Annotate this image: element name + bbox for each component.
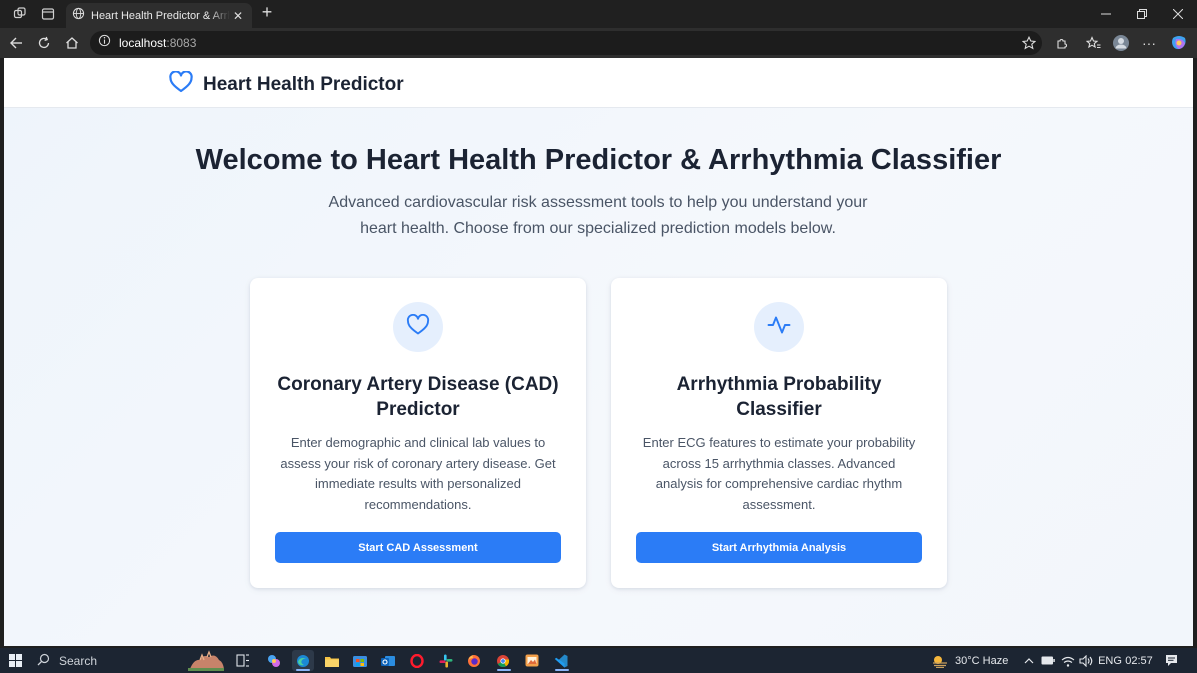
- brand-logo-link[interactable]: Heart Health Predictor: [169, 70, 404, 98]
- copilot-icon[interactable]: [1166, 31, 1192, 55]
- task-view-icon[interactable]: [234, 650, 252, 671]
- heart-icon: [406, 313, 430, 341]
- cad-card-icon-badge: [393, 302, 443, 352]
- outlook-icon[interactable]: [378, 650, 398, 671]
- new-tab-button[interactable]: +: [256, 2, 278, 23]
- favorites-icon[interactable]: [1080, 31, 1106, 55]
- tab-actions-icon[interactable]: [34, 0, 62, 28]
- start-arrhythmia-analysis-button[interactable]: Start Arrhythmia Analysis: [636, 532, 922, 563]
- opera-icon[interactable]: [407, 650, 427, 671]
- edge-taskbar-icon[interactable]: [292, 650, 314, 671]
- search-highlight-image[interactable]: [186, 650, 226, 671]
- arrhythmia-card-description: Enter ECG features to estimate your prob…: [642, 435, 916, 512]
- weather-icon[interactable]: [930, 650, 950, 671]
- browser-tab-active[interactable]: Heart Health Predictor & Arrhythmia Clas…: [66, 3, 252, 28]
- slack-icon[interactable]: [436, 650, 456, 671]
- chrome-icon[interactable]: [493, 650, 513, 671]
- activity-icon: [767, 314, 791, 341]
- browser-titlebar: Heart Health Predictor & Arrhythmia Clas…: [0, 0, 1197, 28]
- file-explorer-icon[interactable]: [322, 650, 342, 671]
- weather-text[interactable]: 30°C Haze: [955, 650, 1015, 671]
- workspaces-icon[interactable]: [6, 0, 34, 28]
- heart-icon: [169, 70, 193, 98]
- back-button[interactable]: [3, 31, 29, 55]
- brand-name: Heart Health Predictor: [203, 73, 404, 95]
- cad-card-title: Coronary Artery Disease (CAD) Predictor: [277, 374, 559, 420]
- arrhythmia-card-title: Arrhythmia Probability Classifier: [676, 374, 882, 420]
- windows-start-icon[interactable]: [6, 650, 24, 671]
- profile-avatar[interactable]: [1108, 31, 1134, 55]
- search-icon: [37, 653, 50, 669]
- cad-predictor-card: Coronary Artery Disease (CAD) Predictor …: [250, 278, 586, 588]
- copilot-taskbar-icon[interactable]: [264, 650, 284, 671]
- more-menu-icon[interactable]: ···: [1136, 31, 1162, 55]
- arrhythmia-card-icon-badge: [754, 302, 804, 352]
- minimize-button[interactable]: [1088, 0, 1124, 28]
- taskbar-search[interactable]: Search: [31, 650, 181, 671]
- page-subtitle: Advanced cardiovascular risk assessment …: [328, 194, 868, 237]
- cad-card-description: Enter demographic and clinical lab value…: [280, 435, 556, 512]
- vscode-icon[interactable]: [550, 650, 572, 671]
- site-info-icon[interactable]: [98, 34, 111, 52]
- page-viewport: Heart Health Predictor Welcome to Heart …: [4, 58, 1193, 646]
- arrhythmia-classifier-card: Arrhythmia Probability Classifier Enter …: [611, 278, 947, 588]
- show-hidden-icons-chevron-icon[interactable]: [1022, 650, 1036, 671]
- address-bar[interactable]: localhost:8083: [90, 31, 1042, 55]
- url-text[interactable]: localhost:8083: [119, 36, 196, 50]
- home-button[interactable]: [59, 31, 85, 55]
- site-header: Heart Health Predictor: [4, 58, 1193, 108]
- globe-icon: [72, 7, 85, 25]
- restore-button[interactable]: [1124, 0, 1160, 28]
- input-language-indicator[interactable]: ENG: [1098, 650, 1122, 671]
- tab-title: Heart Health Predictor & Arrhythmia Clas…: [91, 9, 230, 22]
- close-window-button[interactable]: [1160, 0, 1196, 28]
- refresh-button[interactable]: [31, 31, 57, 55]
- favorite-star-icon[interactable]: [1021, 35, 1037, 55]
- notifications-icon[interactable]: [1162, 650, 1180, 671]
- page-title: Welcome to Heart Health Predictor & Arrh…: [195, 144, 1002, 176]
- os-taskbar: Search 30°C Haze ENG 02:57: [0, 648, 1197, 673]
- tab-close-icon[interactable]: ✕: [230, 9, 246, 23]
- start-cad-assessment-button[interactable]: Start CAD Assessment: [275, 532, 561, 563]
- extensions-icon[interactable]: [1049, 31, 1075, 55]
- browser-toolbar: localhost:8083 ···: [0, 28, 1197, 58]
- wifi-icon[interactable]: [1060, 650, 1076, 671]
- search-label: Search: [59, 653, 98, 668]
- photos-app-icon[interactable]: [522, 650, 542, 671]
- microsoft-store-icon[interactable]: [350, 650, 370, 671]
- battery-icon[interactable]: [1040, 650, 1056, 671]
- firefox-icon[interactable]: [464, 650, 484, 671]
- clock-time[interactable]: 02:57: [1124, 650, 1154, 671]
- volume-icon[interactable]: [1078, 650, 1094, 671]
